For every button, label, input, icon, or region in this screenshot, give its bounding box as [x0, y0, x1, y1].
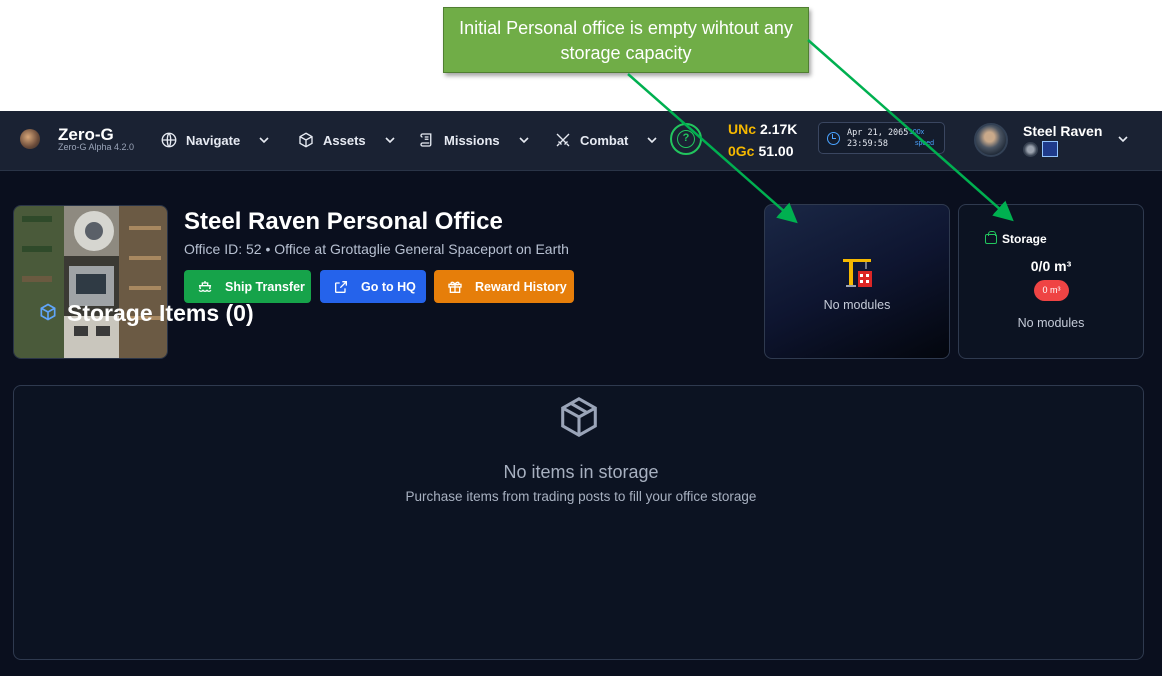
- office-photo: [13, 205, 168, 359]
- crossed-swords-icon: [556, 133, 570, 147]
- modules-card: No modules: [764, 204, 950, 359]
- brand-version: Zero-G Alpha 4.2.0: [58, 142, 135, 152]
- screenshot-stage: Zero-G Zero-G Alpha 4.2.0 Navigate Asset…: [0, 0, 1162, 676]
- storage-empty-text: No modules: [1017, 316, 1085, 330]
- ship-transfer-button[interactable]: Ship Transfer: [184, 270, 311, 303]
- nav-combat[interactable]: Combat: [554, 129, 658, 151]
- empty-state-subtitle: Purchase items from trading posts to fil…: [405, 489, 757, 504]
- modules-empty-text: No modules: [823, 298, 891, 312]
- clock-time: 23:59:58: [847, 139, 888, 149]
- chevron-down-icon: [647, 137, 657, 144]
- unc-amount: 2.17K: [760, 121, 798, 137]
- go-to-hq-button[interactable]: Go to HQ: [320, 270, 426, 303]
- top-navbar: Zero-G Zero-G Alpha 4.2.0 Navigate Asset…: [0, 111, 1162, 171]
- globe-icon: [161, 132, 177, 148]
- scroll-icon: [420, 133, 432, 147]
- construction-crane-icon: [843, 259, 872, 287]
- go-to-hq-label: Go to HQ: [361, 279, 416, 294]
- cube-icon: [40, 303, 56, 321]
- cube-icon: [299, 132, 313, 148]
- nav-assets[interactable]: Assets: [297, 129, 396, 151]
- storage-used-badge: 0 m³: [1034, 280, 1069, 301]
- storage-box-icon: [985, 231, 997, 244]
- nav-missions[interactable]: Missions: [418, 129, 530, 151]
- reward-history-button[interactable]: Reward History: [434, 270, 574, 303]
- annotation-callout: Initial Personal office is empty wihtout…: [443, 7, 809, 73]
- clock-speed-value: 100x: [909, 129, 925, 136]
- nav-combat-label: Combat: [580, 132, 629, 148]
- empty-state-title: No items in storage: [503, 462, 659, 482]
- emblem-badge-icon: [1042, 141, 1058, 157]
- gc-code: 0Gc: [728, 143, 755, 159]
- nav-navigate-label: Navigate: [186, 132, 241, 148]
- question-circle-icon: ?: [677, 130, 695, 148]
- reward-history-label: Reward History: [475, 279, 567, 294]
- user-name[interactable]: Steel Raven: [1023, 123, 1102, 139]
- chevron-down-icon[interactable]: [1117, 133, 1129, 145]
- clock-icon: [827, 132, 840, 145]
- planet-logo-icon[interactable]: [20, 129, 40, 149]
- chevron-down-icon: [519, 137, 529, 144]
- storage-items-title: Storage Items (0): [67, 300, 254, 326]
- ship-icon: [198, 280, 212, 292]
- unc-code: UNc: [728, 121, 757, 137]
- gift-icon: [448, 281, 462, 293]
- page-title: Steel Raven Personal Office: [184, 208, 503, 235]
- storage-heading-label: Storage: [1002, 232, 1047, 246]
- storage-capacity: 0/0 m³: [1030, 258, 1072, 274]
- gc-amount: 51.00: [758, 143, 794, 159]
- help-button[interactable]: ?: [670, 123, 702, 155]
- gc-balance: 0Gc 51.00: [728, 143, 794, 159]
- app-window: Zero-G Zero-G Alpha 4.2.0 Navigate Asset…: [0, 111, 1162, 676]
- external-link-icon: [335, 280, 347, 293]
- chevron-down-icon: [385, 137, 395, 144]
- clock-date: Apr 21, 2065: [847, 128, 909, 138]
- storage-card: Storage 0/0 m³ 0 m³ No modules: [958, 204, 1144, 359]
- ship-transfer-label: Ship Transfer: [225, 279, 305, 294]
- nav-navigate[interactable]: Navigate: [160, 129, 270, 151]
- game-clock[interactable]: Apr 21, 2065 23:59:58 100x speed: [818, 122, 945, 154]
- office-subtitle: Office ID: 52 • Office at Grottaglie Gen…: [184, 241, 569, 257]
- storage-heading: Storage: [985, 231, 1047, 246]
- nav-assets-label: Assets: [323, 132, 366, 148]
- chevron-down-icon: [259, 137, 269, 144]
- nav-missions-label: Missions: [444, 132, 500, 148]
- avatar[interactable]: [974, 123, 1008, 157]
- rank-badge-icon: [1023, 142, 1038, 157]
- empty-box-icon: [561, 397, 597, 437]
- unc-balance: UNc 2.17K: [728, 121, 797, 137]
- clock-speed-label: speed: [915, 140, 935, 147]
